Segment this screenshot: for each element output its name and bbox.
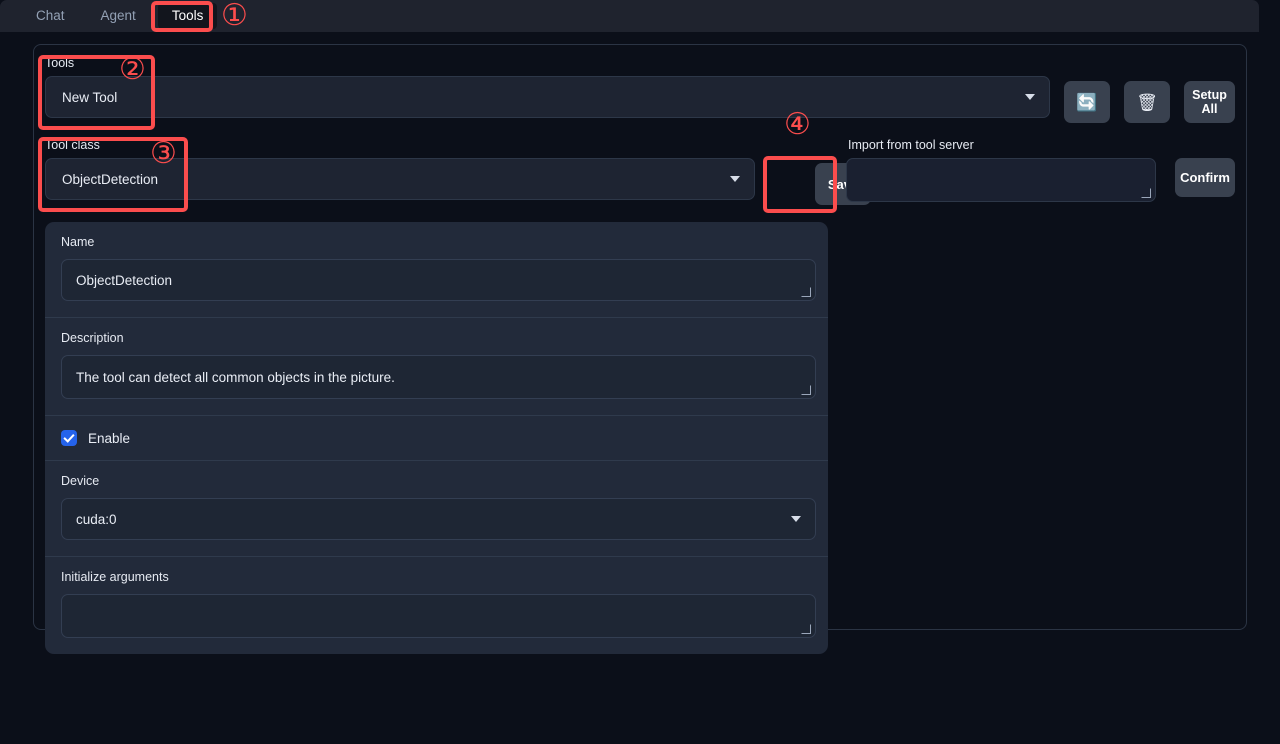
import-label: Import from tool server [848, 138, 974, 152]
confirm-button[interactable]: Confirm [1175, 158, 1235, 197]
resize-grip-icon [802, 288, 812, 298]
initialize-arguments-section: Initialize arguments [45, 557, 828, 654]
tool-class-row: Tool class ObjectDetection Save Import f… [45, 138, 1235, 206]
enable-section: Enable [45, 416, 828, 461]
name-input[interactable]: ObjectDetection [61, 259, 816, 301]
device-dropdown[interactable]: cuda:0 [61, 498, 816, 540]
tab-chat[interactable]: Chat [22, 3, 79, 29]
resize-grip-icon [802, 625, 812, 635]
tools-field-label: Tools [45, 56, 75, 70]
delete-button[interactable]: 🗑 [1124, 81, 1170, 123]
device-section: Device cuda:0 [45, 461, 828, 557]
enable-checkbox[interactable] [61, 430, 77, 446]
tab-agent[interactable]: Agent [87, 3, 150, 29]
import-input[interactable] [846, 158, 1156, 202]
description-section: Description The tool can detect all comm… [45, 318, 828, 416]
enable-label: Enable [88, 430, 131, 446]
resize-grip-icon [1142, 189, 1152, 199]
setup-all-label-line1: Setup [1192, 88, 1227, 102]
refresh-button[interactable]: 🔄 [1064, 81, 1110, 123]
chevron-down-icon [1025, 94, 1035, 100]
chevron-down-icon [730, 176, 740, 182]
import-from-tool-server-group: Import from tool server Confirm [846, 138, 1235, 202]
description-input[interactable]: The tool can detect all common objects i… [61, 355, 816, 399]
name-input-value: ObjectDetection [76, 272, 173, 288]
tools-selector-row: Tools New Tool 🔄 🗑 Setup All [45, 56, 1235, 123]
trash-icon: 🗑 [1136, 92, 1158, 112]
tool-class-dropdown[interactable]: ObjectDetection [45, 158, 755, 200]
initialize-arguments-label: Initialize arguments [61, 570, 169, 584]
setup-all-button[interactable]: Setup All [1184, 81, 1235, 123]
tools-dropdown[interactable]: New Tool [45, 76, 1050, 118]
tool-class-dropdown-value: ObjectDetection [62, 171, 159, 187]
device-label: Device [61, 474, 100, 488]
setup-all-label-line2: All [1201, 102, 1218, 116]
chevron-down-icon [791, 516, 801, 522]
name-section: Name ObjectDetection [45, 222, 828, 318]
description-input-value: The tool can detect all common objects i… [76, 369, 395, 385]
tools-dropdown-value: New Tool [62, 89, 118, 105]
device-dropdown-value: cuda:0 [76, 511, 117, 527]
name-label: Name [61, 235, 95, 249]
main-tabbar: Chat Agent Tools [0, 0, 1259, 32]
app-root: Chat Agent Tools Tools New Tool 🔄 🗑 Setu… [0, 0, 1280, 744]
tool-config-form: Name ObjectDetection Description The too… [45, 222, 828, 654]
resize-grip-icon [802, 386, 812, 396]
tab-tools[interactable]: Tools [157, 3, 218, 29]
refresh-icon: 🔄 [1076, 92, 1098, 112]
initialize-arguments-input[interactable] [61, 594, 816, 638]
description-label: Description [61, 331, 124, 345]
